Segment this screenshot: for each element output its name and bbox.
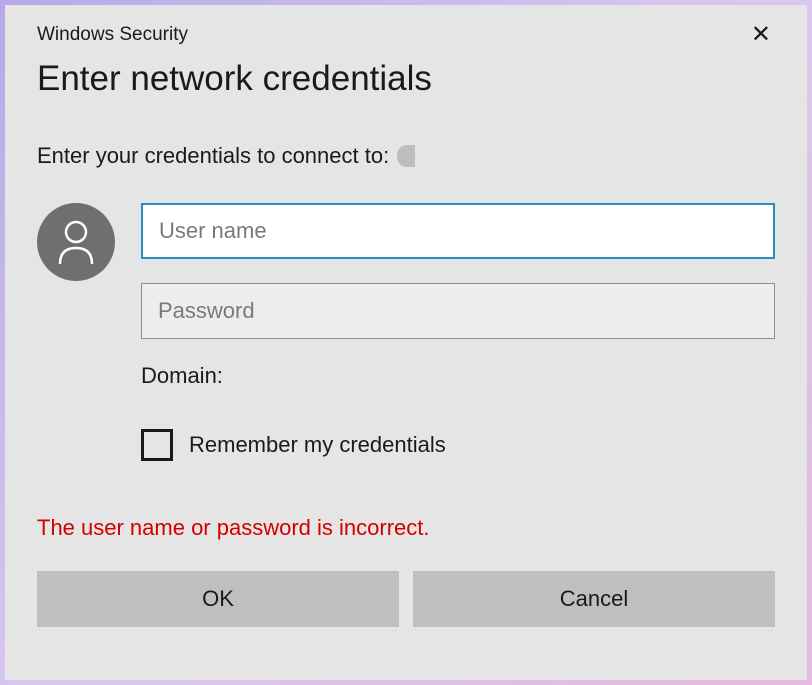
window-title: Windows Security bbox=[37, 24, 188, 46]
form-area: Domain: Remember my credentials bbox=[37, 203, 775, 461]
prompt-text: Enter your credentials to connect to: bbox=[37, 143, 389, 169]
target-name-placeholder bbox=[397, 145, 415, 167]
fields-column: Domain: Remember my credentials bbox=[141, 203, 775, 461]
remember-checkbox[interactable] bbox=[141, 429, 173, 461]
page-title: Enter network credentials bbox=[37, 59, 775, 99]
cancel-button[interactable]: Cancel bbox=[413, 571, 775, 627]
remember-checkbox-label: Remember my credentials bbox=[189, 432, 446, 458]
ok-button[interactable]: OK bbox=[37, 571, 399, 627]
domain-label: Domain: bbox=[141, 363, 775, 389]
password-input[interactable] bbox=[141, 283, 775, 339]
titlebar: Windows Security ✕ bbox=[37, 23, 775, 47]
remember-credentials-row[interactable]: Remember my credentials bbox=[141, 429, 775, 461]
error-message: The user name or password is incorrect. bbox=[37, 515, 775, 541]
windows-security-dialog: Windows Security ✕ Enter network credent… bbox=[5, 5, 807, 680]
user-icon bbox=[37, 203, 115, 281]
username-input[interactable] bbox=[141, 203, 775, 259]
credential-prompt: Enter your credentials to connect to: bbox=[37, 143, 775, 169]
close-icon[interactable]: ✕ bbox=[747, 23, 775, 47]
button-row: OK Cancel bbox=[37, 571, 775, 627]
